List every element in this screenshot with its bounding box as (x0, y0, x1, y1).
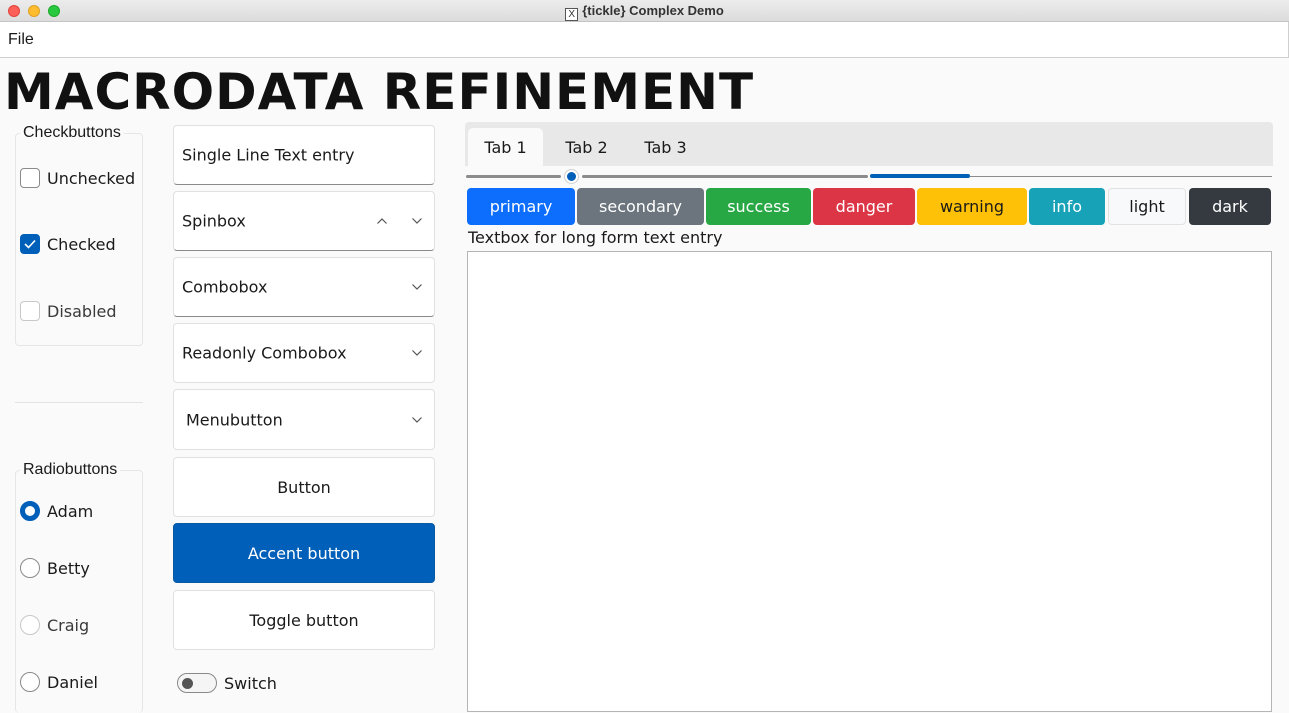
page-heading: MACRODATA REFINEMENT (4, 63, 755, 121)
chevron-down-icon[interactable] (411, 217, 423, 225)
title-bar: X {tickle} Complex Demo (0, 0, 1289, 22)
tab-bar: Tab 1 Tab 2 Tab 3 (465, 122, 1273, 166)
checkbox-disabled: Disabled (20, 300, 117, 322)
checkbox-box (20, 301, 40, 321)
chevron-down-icon[interactable] (411, 349, 423, 357)
textbox-label: Textbox for long form text entry (468, 228, 723, 247)
accent-button[interactable]: Accent button (173, 523, 435, 583)
checkbox-box[interactable] (20, 234, 40, 254)
checkbox-unchecked[interactable]: Unchecked (20, 167, 135, 189)
radiobuttons-title: Radiobuttons (20, 461, 121, 479)
dark-button[interactable]: dark (1189, 188, 1271, 225)
radio-daniel[interactable]: Daniel (20, 671, 98, 693)
slider-thumb[interactable] (565, 170, 578, 183)
progressbar-trough (970, 176, 1272, 177)
warning-button[interactable]: warning (917, 188, 1027, 225)
secondary-button[interactable]: secondary (577, 188, 704, 225)
long-text-box[interactable] (467, 251, 1272, 712)
combobox-value: Combobox (182, 277, 268, 297)
button[interactable]: Button (173, 457, 435, 517)
tab-1[interactable]: Tab 1 (468, 128, 543, 166)
slider-track-right[interactable] (582, 175, 868, 178)
chevron-down-icon[interactable] (411, 416, 423, 424)
menubar: File (0, 22, 1289, 58)
progressbar-fill (870, 174, 970, 178)
radio-indicator[interactable] (20, 672, 40, 692)
slider-track-left[interactable] (466, 175, 561, 178)
checkbuttons-title: Checkbuttons (20, 124, 124, 142)
checkbox-label: Checked (47, 234, 116, 254)
switch-knob (182, 678, 193, 689)
radio-label: Craig (47, 615, 90, 635)
window-title-wrap: X {tickle} Complex Demo (0, 3, 1289, 21)
danger-button[interactable]: danger (813, 188, 915, 225)
radio-adam[interactable]: Adam (20, 500, 93, 522)
switch-label: Switch (224, 673, 277, 693)
primary-button[interactable]: primary (467, 188, 575, 225)
radio-betty[interactable]: Betty (20, 557, 90, 579)
radio-indicator[interactable] (20, 558, 40, 578)
info-button[interactable]: info (1029, 188, 1105, 225)
readonly-combobox[interactable]: Readonly Combobox (173, 323, 435, 383)
readonly-combobox-value: Readonly Combobox (182, 343, 347, 363)
radio-label: Adam (47, 501, 94, 521)
radio-label: Betty (47, 558, 90, 578)
light-button[interactable]: light (1108, 188, 1186, 225)
checkbox-label: Disabled (47, 301, 117, 321)
checkbox-label: Unchecked (47, 168, 136, 188)
switch-toggle[interactable] (177, 673, 217, 693)
notebook: Tab 1 Tab 2 Tab 3 primary secondary succ… (465, 122, 1273, 713)
spinbox[interactable]: Spinbox (173, 191, 435, 251)
spinbox-value: Spinbox (182, 211, 246, 231)
switch-row[interactable]: Switch (177, 673, 277, 693)
chevron-down-icon[interactable] (411, 283, 423, 291)
menubutton[interactable]: Menubutton (173, 389, 435, 450)
chevron-up-icon[interactable] (376, 217, 388, 225)
x11-app-icon: X (565, 8, 579, 21)
text-entry[interactable]: Single Line Text entry (173, 125, 435, 185)
menubutton-label: Menubutton (186, 410, 283, 429)
radio-indicator[interactable] (20, 501, 40, 521)
success-button[interactable]: success (706, 188, 811, 225)
checkbox-box[interactable] (20, 168, 40, 188)
tab-3[interactable]: Tab 3 (628, 128, 703, 166)
window-title: {tickle} Complex Demo (582, 3, 724, 18)
radio-craig: Craig (20, 614, 89, 636)
app-window: X {tickle} Complex Demo File MACRODATA RE… (0, 0, 1289, 713)
tab-2[interactable]: Tab 2 (549, 128, 624, 166)
text-entry-value: Single Line Text entry (182, 145, 355, 165)
combobox[interactable]: Combobox (173, 257, 435, 317)
menu-file[interactable]: File (8, 31, 34, 49)
separator (15, 402, 143, 403)
radio-indicator (20, 615, 40, 635)
toggle-button[interactable]: Toggle button (173, 590, 435, 650)
checkbox-checked[interactable]: Checked (20, 233, 116, 255)
checkmark-icon (24, 239, 36, 249)
radio-label: Daniel (47, 672, 98, 692)
